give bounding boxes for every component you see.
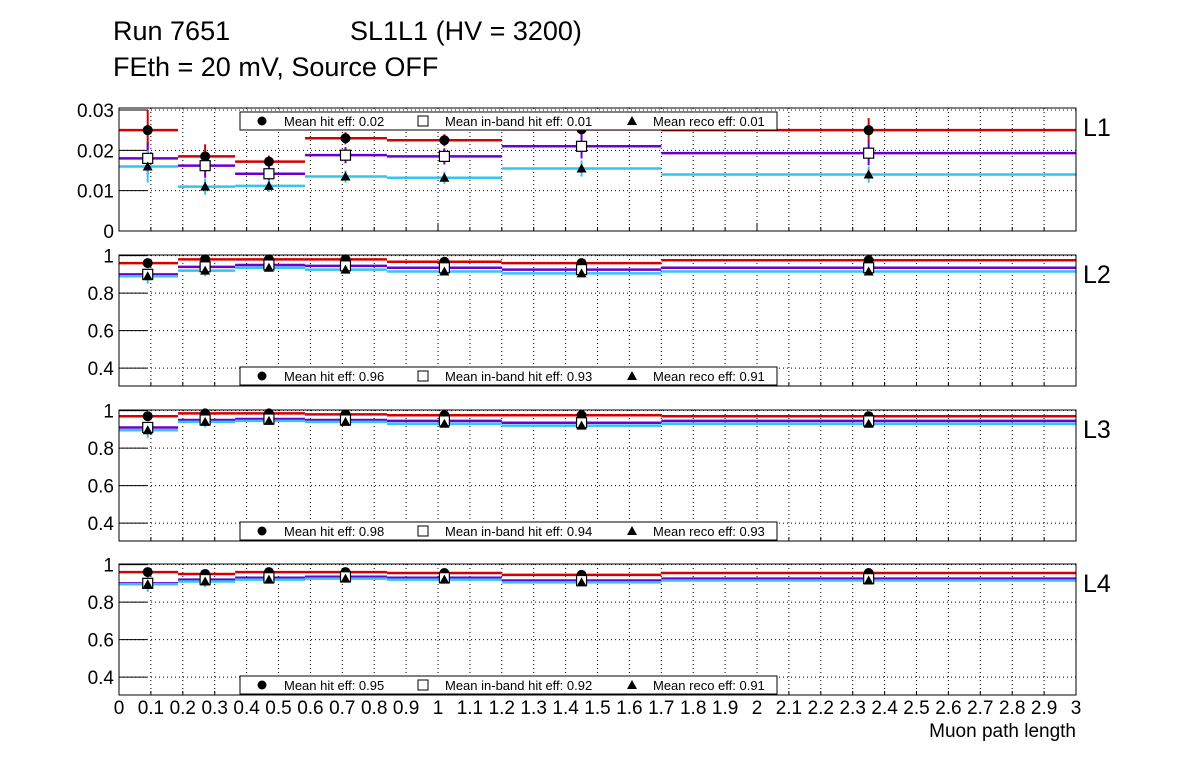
data-point-inband [863, 147, 875, 159]
x-tick-label: 1 [433, 698, 444, 719]
x-tick-label: 0.5 [265, 698, 291, 719]
data-point-hit [142, 125, 153, 136]
y-tick-label: 0 [103, 222, 114, 243]
legend-marker-inband [417, 370, 429, 382]
data-point-hit [142, 258, 153, 269]
x-tick-label: 3 [1071, 698, 1082, 719]
data-point-inband [438, 150, 450, 162]
legend-marker-hit [257, 116, 267, 126]
x-tick-label: 0.8 [361, 698, 387, 719]
x-tick-label: 1.4 [552, 698, 579, 719]
x-tick-label: 1.1 [457, 698, 483, 719]
y-tick-label: 0.02 [77, 141, 114, 162]
x-tick-label: 2.7 [967, 698, 993, 719]
data-point-hit [142, 411, 153, 422]
x-tick-label: 0.3 [201, 698, 227, 719]
y-tick-label: 0.4 [88, 668, 115, 689]
x-tick-label: 2.5 [903, 698, 929, 719]
x-tick-label: 0.1 [138, 698, 164, 719]
legend-marker-inband [417, 679, 429, 691]
layer-label: L2 [1083, 261, 1111, 289]
data-point-hit [200, 151, 211, 162]
layer-label: L4 [1083, 570, 1111, 598]
x-tick-label: 0.6 [297, 698, 323, 719]
x-tick-label: 2.6 [935, 698, 961, 719]
legend-entry-reco: Mean reco eff: 0.91 [653, 678, 765, 693]
legend-entry-hit: Mean hit eff: 0.96 [284, 369, 384, 384]
plot-svg: 0 0.01 0.02 0.03 Mean hit eff: 0.02 Mean in-b… [77, 101, 1111, 742]
x-tick-label: 1.2 [489, 698, 515, 719]
legend-entry-hit: Mean hit eff: 0.95 [284, 678, 384, 693]
y-tick-label: 1 [103, 556, 114, 577]
x-tick-label: 0 [114, 698, 125, 719]
data-point-hit [263, 156, 274, 167]
x-tick-label: 2.9 [1031, 698, 1057, 719]
legend-marker-inband [417, 115, 429, 127]
y-tick-label: 0.8 [88, 439, 114, 460]
x-tick-label: 0.7 [329, 698, 355, 719]
legend-entry-inband: Mean in-band hit eff: 0.01 [445, 114, 592, 129]
legend-entry-reco: Mean reco eff: 0.91 [653, 369, 765, 384]
data-point-hit [439, 135, 450, 146]
x-tick-label: 1.6 [616, 698, 642, 719]
legend-marker-inband [417, 525, 429, 537]
x-tick-label: 2.1 [776, 698, 802, 719]
x-tick-label: 0.2 [170, 698, 196, 719]
data-point-hit [142, 567, 153, 578]
data-point-inband [339, 149, 352, 161]
data-point-inband [199, 160, 211, 172]
panel-frame [118, 409, 1077, 542]
y-tick-label: 1 [103, 247, 114, 268]
y-tick-label: 0.6 [88, 322, 114, 343]
x-tick-label: 1.9 [712, 698, 738, 719]
data-point-hit [340, 133, 351, 144]
legend-entry-inband: Mean in-band hit eff: 0.93 [445, 369, 592, 384]
data-point-inband [575, 140, 588, 152]
x-tick-label: 1.8 [680, 698, 706, 719]
panel-frame [118, 254, 1077, 387]
data-point-hit [863, 125, 874, 136]
legend-marker-hit [257, 680, 267, 690]
y-tick-label: 0.01 [77, 182, 114, 203]
y-tick-label: 0.6 [88, 631, 114, 652]
y-tick-label: 0.4 [88, 514, 115, 535]
x-tick-label: 2 [752, 698, 763, 719]
panel-frame [118, 563, 1077, 696]
x-tick-label: 0.4 [233, 698, 260, 719]
legend-entry-reco: Mean reco eff: 0.93 [653, 524, 765, 539]
layer-label: L1 [1083, 114, 1111, 142]
y-tick-label: 1 [103, 402, 114, 423]
legend-marker-hit [257, 371, 267, 381]
x-axis-title: Muon path length [929, 721, 1076, 742]
x-tick-label: 0.9 [393, 698, 419, 719]
x-tick-label: 2.8 [999, 698, 1025, 719]
legend-entry-inband: Mean in-band hit eff: 0.94 [445, 524, 592, 539]
legend-marker-hit [257, 526, 267, 536]
y-tick-label: 0.03 [77, 101, 114, 122]
legend-entry-inband: Mean in-band hit eff: 0.92 [445, 678, 592, 693]
x-tick-label: 2.3 [839, 698, 865, 719]
x-tick-label: 1.5 [584, 698, 610, 719]
efficiency-plot-canvas: Run 7651 SL1L1 (HV = 3200) FEth = 20 mV,… [0, 0, 1196, 772]
legend-entry-reco: Mean reco eff: 0.01 [653, 114, 765, 129]
x-tick-label: 1.3 [520, 698, 546, 719]
y-tick-label: 0.4 [88, 359, 115, 380]
y-tick-label: 0.8 [88, 593, 114, 614]
legend-entry-hit: Mean hit eff: 0.02 [284, 114, 384, 129]
layer-label: L3 [1083, 416, 1111, 444]
x-tick-label: 2.4 [871, 698, 898, 719]
legend-entry-hit: Mean hit eff: 0.98 [284, 524, 384, 539]
y-tick-label: 0.8 [88, 284, 114, 305]
y-tick-label: 0.6 [88, 477, 114, 498]
x-tick-label: 2.2 [808, 698, 834, 719]
data-point-inband [263, 168, 275, 180]
x-tick-label: 1.7 [648, 698, 674, 719]
